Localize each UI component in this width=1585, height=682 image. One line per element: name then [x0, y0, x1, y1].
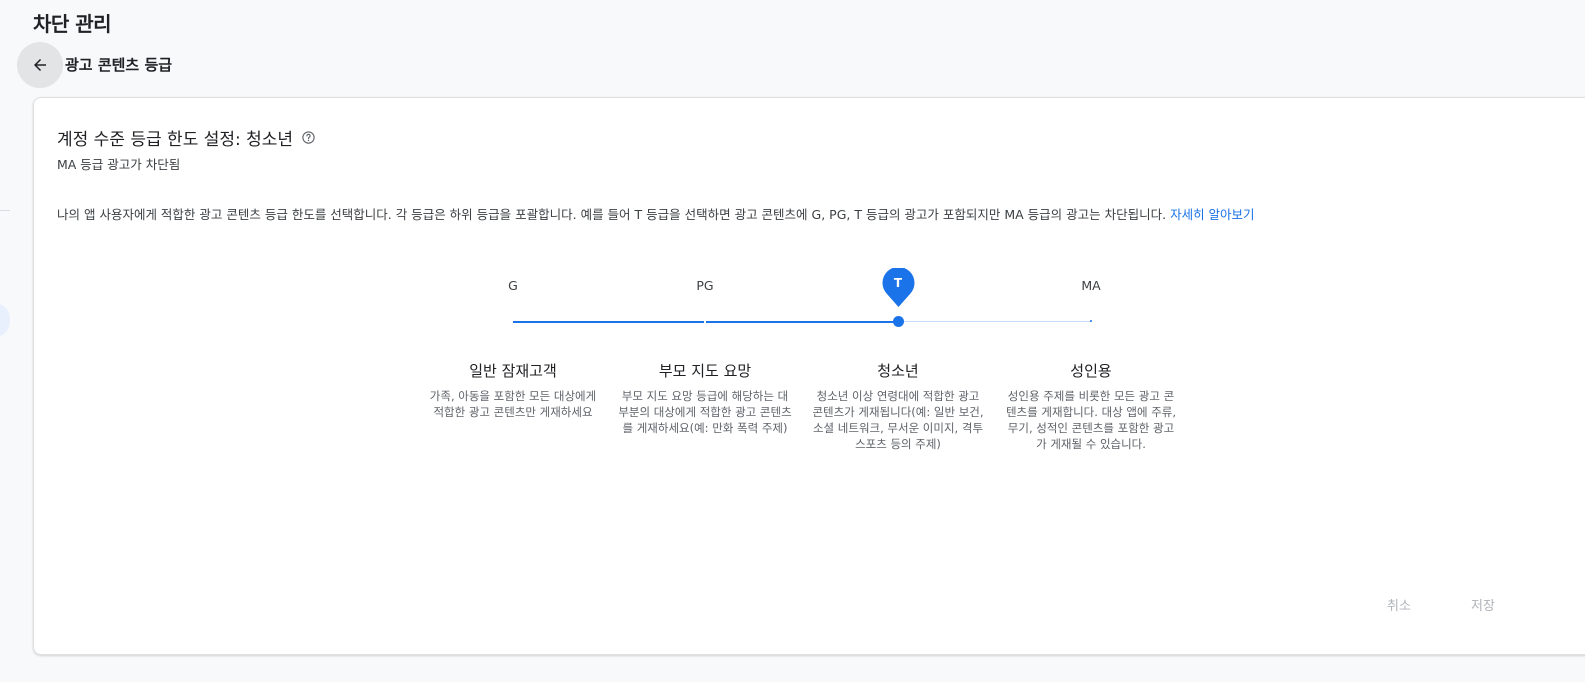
slider-track-inactive[interactable] [898, 321, 1091, 322]
subpage-title: 광고 콘텐츠 등급 [65, 56, 173, 74]
rating-option-g[interactable]: 일반 잠재고객 가족, 아동을 포함한 모든 대상에게 적합한 광고 콘텐츠만 … [425, 360, 601, 420]
rating-name: 청소년 [877, 362, 919, 380]
rating-desc: 청소년 이상 연령대에 적합한 광고 콘텐츠가 게재됩니다(예: 일반 보건, … [812, 389, 984, 451]
rating-desc: 가족, 아동을 포함한 모든 대상에게 적합한 광고 콘텐츠만 게재하세요 [429, 389, 597, 419]
slider-thumb[interactable] [892, 316, 904, 327]
slider-value-pin: T [882, 266, 915, 308]
arrow-back-icon [31, 56, 49, 74]
page-title: 차단 관리 [33, 12, 112, 36]
slider-tick-gap [704, 320, 706, 324]
rating-card: 계정 수준 등급 한도 설정: 청소년 MA 등급 광고가 차단됨 나의 앱 사… [33, 97, 1585, 655]
rating-name: 성인용 [1070, 362, 1112, 380]
rating-option-pg[interactable]: 부모 지도 요망 부모 지도 요망 등급에 해당하는 대부분의 대상에게 적합한… [617, 360, 793, 436]
rating-desc: 성인용 주제를 비롯한 모든 광고 콘텐츠를 게재합니다. 대상 앱에 주류, … [1005, 389, 1177, 451]
rating-option-t[interactable]: 청소년 청소년 이상 연령대에 적합한 광고 콘텐츠가 게재됩니다(예: 일반 … [810, 360, 986, 452]
rating-name: 부모 지도 요망 [658, 362, 752, 380]
rating-option-ma[interactable]: 성인용 성인용 주제를 비롯한 모든 광고 콘텐츠를 게재합니다. 대상 앱에 … [1003, 360, 1179, 452]
tick-label-ma[interactable]: MA [1071, 278, 1111, 293]
cancel-button[interactable]: 취소 [1387, 595, 1411, 614]
slider-end-dot [1090, 320, 1092, 322]
save-button[interactable]: 저장 [1471, 595, 1495, 614]
tick-label-g[interactable]: G [493, 278, 533, 293]
rating-name: 일반 잠재고객 [469, 362, 557, 380]
slider-value-label: T [893, 276, 903, 290]
tick-label-pg[interactable]: PG [685, 278, 725, 293]
rating-desc: 부모 지도 요망 등급에 해당하는 대부분의 대상에게 적합한 광고 콘텐츠를 … [618, 389, 792, 435]
left-rail-divider [0, 210, 10, 211]
rating-slider: G PG MA T 일반 잠재고객 가족, 아동을 포함한 모든 대상에게 적합… [34, 98, 1585, 654]
left-rail-indicator [0, 304, 10, 336]
back-button[interactable] [17, 42, 63, 88]
